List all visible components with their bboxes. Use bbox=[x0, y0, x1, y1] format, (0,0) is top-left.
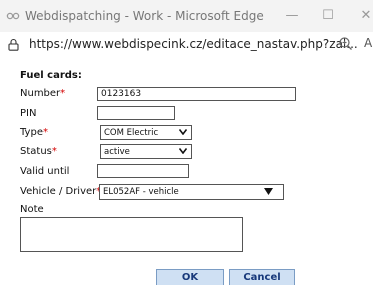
dropdown-arrow-icon bbox=[264, 188, 273, 195]
number-input[interactable]: 0123163 bbox=[97, 87, 296, 101]
edge-app-icon bbox=[6, 12, 20, 20]
zoom-icon[interactable] bbox=[338, 36, 353, 51]
window-titlebar: Webdispatching - Work - Microsoft Edge —… bbox=[0, 0, 373, 32]
vehicle-driver-select-value: EL052AF - vehicle bbox=[103, 187, 179, 197]
close-button[interactable]: ✕ bbox=[356, 6, 373, 26]
required-marker: * bbox=[60, 88, 66, 99]
dropdown-arrow-icon bbox=[179, 148, 187, 154]
valid-until-label: Valid until bbox=[20, 166, 70, 177]
lock-icon[interactable] bbox=[8, 38, 19, 51]
note-label: Note bbox=[20, 204, 44, 215]
window-title: Webdispatching - Work - Microsoft Edge bbox=[25, 9, 264, 23]
vehicle-driver-select[interactable]: EL052AF - vehicle bbox=[99, 184, 284, 200]
type-label: Type* bbox=[20, 127, 48, 138]
dropdown-arrow-icon bbox=[179, 129, 187, 135]
required-marker: * bbox=[42, 127, 48, 138]
number-label: Number* bbox=[20, 88, 66, 99]
note-textarea[interactable] bbox=[20, 217, 243, 252]
cancel-button[interactable]: Cancel bbox=[229, 269, 295, 285]
status-label: Status* bbox=[20, 146, 57, 157]
required-marker: * bbox=[51, 146, 57, 157]
ok-button[interactable]: OK bbox=[156, 269, 224, 285]
maximize-button[interactable]: ☐ bbox=[318, 6, 338, 26]
vehicle-driver-label: Vehicle / Driver* bbox=[20, 186, 101, 197]
type-select-value: COM Electric bbox=[104, 128, 159, 138]
status-select[interactable]: active bbox=[100, 144, 192, 159]
pin-label: PIN bbox=[20, 108, 37, 119]
url-text[interactable]: https://www.webdispecink.cz/editace_nast… bbox=[29, 37, 358, 51]
type-select[interactable]: COM Electric bbox=[100, 125, 192, 140]
pin-input[interactable] bbox=[97, 106, 175, 120]
valid-until-input[interactable] bbox=[97, 164, 189, 178]
read-aloud-icon[interactable]: A bbox=[364, 36, 372, 50]
minimize-button[interactable]: — bbox=[282, 6, 302, 26]
status-select-value: active bbox=[104, 147, 130, 157]
section-title: Fuel cards: bbox=[20, 70, 82, 81]
